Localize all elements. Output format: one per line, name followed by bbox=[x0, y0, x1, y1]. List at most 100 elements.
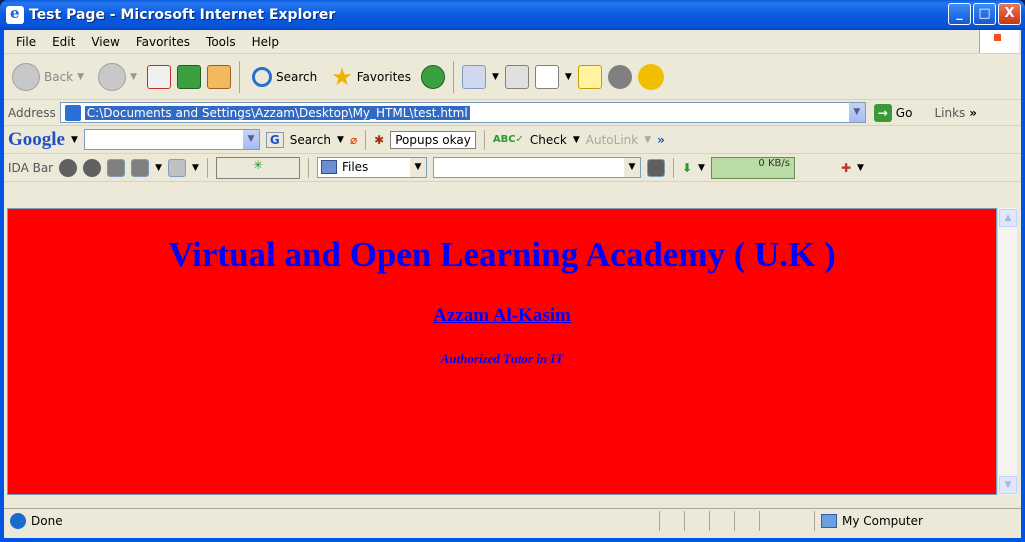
stop-icon[interactable] bbox=[146, 64, 171, 89]
links-label[interactable]: Links bbox=[934, 106, 965, 120]
page-icon bbox=[64, 104, 81, 121]
history-icon[interactable] bbox=[420, 64, 445, 89]
chevron-down-icon: ▼ bbox=[130, 71, 137, 82]
messenger-icon[interactable] bbox=[637, 63, 664, 90]
highlight-icon[interactable]: ⌀ bbox=[350, 133, 357, 147]
ida-sparkle-icon[interactable]: ✳ bbox=[215, 156, 300, 179]
menu-view[interactable]: View bbox=[83, 33, 127, 51]
chevron-down-icon[interactable]: ▼ bbox=[565, 72, 572, 82]
back-arrow-icon bbox=[12, 62, 40, 91]
chevron-down-icon[interactable]: ▼ bbox=[622, 158, 640, 177]
ida-grid-icon[interactable] bbox=[107, 158, 126, 177]
chevron-down-icon: ▼ bbox=[77, 71, 85, 82]
address-label: Address bbox=[8, 105, 56, 120]
status-text: Done bbox=[31, 513, 63, 528]
status-zone: My Computer bbox=[814, 510, 1004, 531]
favorites-label: Favorites bbox=[356, 69, 411, 84]
menu-help[interactable]: Help bbox=[244, 33, 287, 51]
menu-bar: File Edit View Favorites Tools Help bbox=[4, 30, 1021, 54]
favorites-button[interactable]: ★ Favorites bbox=[327, 59, 415, 95]
ida-menu-icon[interactable]: ✚ bbox=[841, 161, 851, 175]
ida-url-input[interactable]: ▼ bbox=[432, 157, 641, 178]
chevron-down-icon[interactable]: ▼ bbox=[492, 72, 499, 82]
minimize-button[interactable]: _ bbox=[948, 3, 971, 25]
toolbar-separator bbox=[452, 60, 454, 93]
chevron-right-icon[interactable]: » bbox=[657, 133, 665, 147]
toolbar-separator bbox=[365, 129, 367, 150]
status-main: Done bbox=[4, 511, 659, 531]
check-button[interactable]: Check bbox=[530, 133, 567, 147]
search-button[interactable]: Search bbox=[248, 59, 321, 95]
page-content: Virtual and Open Learning Academy ( U.K … bbox=[7, 208, 997, 495]
search-label: Search bbox=[275, 69, 318, 84]
popups-okay-button[interactable]: Popups okay bbox=[390, 130, 476, 149]
computer-icon bbox=[821, 513, 837, 528]
google-toolbar: Google ▼ ▼ G Search ▼ ⌀ ✱ Popups okay AB… bbox=[4, 126, 1021, 154]
toolbar-separator bbox=[238, 60, 240, 93]
forward-button[interactable]: ▼ bbox=[94, 59, 141, 95]
menu-edit[interactable]: Edit bbox=[44, 33, 83, 51]
chevron-right-icon[interactable]: » bbox=[969, 106, 977, 120]
status-cell bbox=[734, 510, 759, 531]
ida-add-icon[interactable] bbox=[83, 158, 102, 177]
maximize-button[interactable]: □ bbox=[973, 3, 996, 25]
print-icon[interactable] bbox=[504, 64, 529, 89]
ida-search-icon[interactable] bbox=[646, 158, 665, 177]
autolink-button[interactable]: AutoLink bbox=[586, 133, 638, 147]
home-icon[interactable] bbox=[206, 64, 231, 89]
download-icon[interactable] bbox=[607, 64, 632, 89]
page-heading: Virtual and Open Learning Academy ( U.K … bbox=[168, 235, 836, 274]
go-label: Go bbox=[895, 105, 913, 120]
chevron-down-icon[interactable]: ▼ bbox=[192, 163, 199, 173]
status-cell bbox=[684, 510, 709, 531]
go-arrow-icon: → bbox=[873, 103, 892, 122]
mail-icon[interactable] bbox=[461, 64, 486, 89]
ida-settings-icon[interactable] bbox=[168, 158, 187, 177]
ida-download-icon[interactable] bbox=[59, 158, 78, 177]
discuss-icon[interactable] bbox=[577, 64, 602, 89]
ida-toolbar: IDA Bar ▼ ▼ ✳ Files ▼ ▼ ⬇ ▼ 0 KB/s ✚ ▼ bbox=[4, 154, 1021, 182]
chevron-down-icon[interactable]: ▼ bbox=[241, 130, 259, 149]
status-cell bbox=[759, 510, 814, 531]
chevron-down-icon[interactable]: ▼ bbox=[847, 103, 865, 122]
spellcheck-icon: ABC✓ bbox=[492, 134, 524, 145]
google-logo[interactable]: Google bbox=[8, 129, 65, 151]
browser-window: Test Page - Microsoft Internet Explorer … bbox=[0, 0, 1025, 542]
menu-file[interactable]: File bbox=[8, 33, 44, 51]
status-bar: Done My Computer bbox=[4, 508, 1021, 532]
chevron-down-icon[interactable]: ▼ bbox=[155, 163, 162, 173]
popup-blocker-icon: ✱ bbox=[374, 132, 385, 147]
menu-favorites[interactable]: Favorites bbox=[128, 33, 198, 51]
address-value[interactable]: C:\Documents and Settings\Azzam\Desktop\… bbox=[84, 105, 470, 120]
chevron-down-icon[interactable]: ▼ bbox=[698, 163, 705, 173]
ie-icon bbox=[6, 4, 24, 24]
back-button[interactable]: Back ▼ bbox=[8, 59, 88, 95]
chevron-down-icon[interactable]: ▼ bbox=[337, 135, 344, 145]
title-bar[interactable]: Test Page - Microsoft Internet Explorer … bbox=[0, 0, 1025, 30]
author-link[interactable]: Azzam Al-Kasim bbox=[8, 305, 996, 327]
vertical-scrollbar[interactable]: ▲ ▼ bbox=[997, 208, 1017, 495]
star-icon: ★ bbox=[331, 62, 353, 91]
download-speed-readout: 0 KB/s bbox=[710, 156, 795, 179]
chevron-down-icon[interactable]: ▼ bbox=[408, 158, 426, 177]
window-title: Test Page - Microsoft Internet Explorer bbox=[29, 7, 336, 23]
scroll-down-icon[interactable]: ▼ bbox=[999, 476, 1017, 494]
chevron-down-icon[interactable]: ▼ bbox=[573, 135, 580, 145]
scroll-up-icon[interactable]: ▲ bbox=[999, 209, 1017, 227]
chevron-down-icon[interactable]: ▼ bbox=[857, 163, 864, 173]
close-button[interactable]: X bbox=[998, 3, 1021, 25]
refresh-icon[interactable] bbox=[176, 64, 201, 89]
edit-word-icon[interactable] bbox=[534, 64, 559, 89]
files-select[interactable]: Files ▼ bbox=[316, 157, 427, 178]
ida-home-icon[interactable] bbox=[131, 158, 150, 177]
chevron-down-icon[interactable]: ▼ bbox=[71, 135, 78, 145]
page-done-icon bbox=[10, 512, 26, 529]
status-cell bbox=[659, 510, 684, 531]
address-field[interactable]: C:\Documents and Settings\Azzam\Desktop\… bbox=[59, 102, 866, 123]
menu-tools[interactable]: Tools bbox=[198, 33, 244, 51]
google-search-input[interactable]: ▼ bbox=[83, 129, 260, 150]
ida-get-icon[interactable]: ⬇ bbox=[682, 161, 692, 175]
chevron-down-icon[interactable]: ▼ bbox=[644, 135, 651, 145]
go-button[interactable]: → Go bbox=[870, 103, 917, 122]
google-search-button[interactable]: Search bbox=[290, 133, 331, 147]
